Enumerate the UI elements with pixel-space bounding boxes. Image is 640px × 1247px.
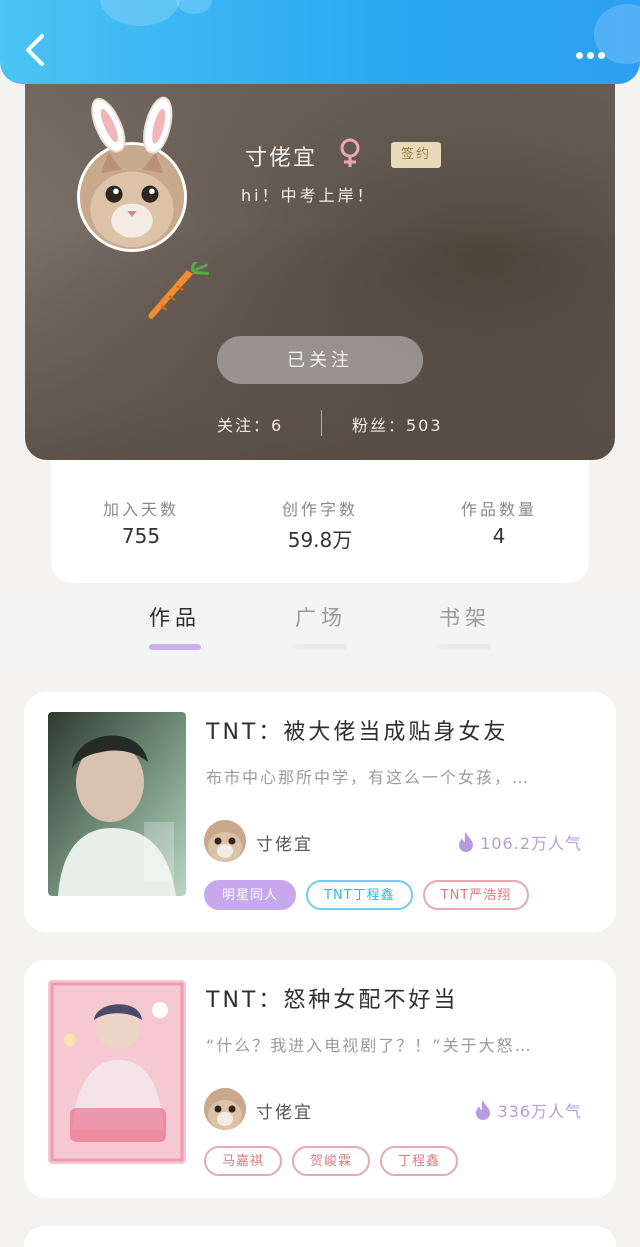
profile-name: 寸佬宜 xyxy=(245,146,318,171)
profile-bio: hi！中考上岸！ xyxy=(241,186,376,205)
follow-button[interactable]: 已关注 xyxy=(217,336,423,384)
stat-label: 加入天数 xyxy=(102,500,179,519)
cat-face-icon xyxy=(204,1088,246,1130)
decor-bubble xyxy=(100,0,180,26)
author-avatar[interactable] xyxy=(204,1088,246,1130)
more-dots-icon[interactable] xyxy=(576,44,612,59)
popularity: 336万人气 xyxy=(475,1098,582,1122)
tab-works[interactable]: 作品 xyxy=(135,602,215,650)
tag[interactable]: 丁程鑫 xyxy=(380,1146,459,1176)
book-card[interactable]: TNT：被大佬当成贴身女友 布市中心那所中学，有这么一个女孩，… 寸佬宜 106… xyxy=(24,692,616,932)
tag[interactable]: 贺峻霖 xyxy=(292,1146,371,1176)
popularity: 106.2万人气 xyxy=(458,830,582,854)
book-cover-image xyxy=(48,712,186,896)
book-cover[interactable] xyxy=(48,712,186,896)
tab-bar: 作品 广场 书架 xyxy=(0,590,640,668)
carrot-icon xyxy=(148,262,209,319)
stat-works-count: 作品数量 4 xyxy=(409,496,589,548)
stat-join-days: 加入天数 755 xyxy=(51,496,231,548)
tab-label: 书架 xyxy=(439,606,491,630)
chevron-left-icon[interactable] xyxy=(22,32,48,68)
following-count[interactable]: 关注：6 xyxy=(217,412,283,436)
stat-word-count: 创作字数 59.8万 xyxy=(230,496,410,553)
female-icon xyxy=(340,138,360,167)
book-description: 布市中心那所中学，有这么一个女孩，… xyxy=(206,768,531,787)
book-description: “什么？我进入电视剧了？！”关于大怒… xyxy=(206,1036,533,1055)
tab-bookshelf[interactable]: 书架 xyxy=(425,602,505,650)
tag[interactable]: 马嘉祺 xyxy=(204,1146,283,1176)
book-cover-image xyxy=(48,980,186,1164)
popularity-text: 106.2万人气 xyxy=(480,834,582,853)
tab-label: 广场 xyxy=(295,606,347,630)
stat-value: 59.8万 xyxy=(287,528,353,552)
top-bar xyxy=(0,0,640,84)
stat-value: 4 xyxy=(492,524,506,548)
tag[interactable]: TNT丁程鑫 xyxy=(306,880,413,910)
fire-icon xyxy=(459,832,474,852)
tab-indicator xyxy=(439,644,491,650)
stat-value: 755 xyxy=(121,524,161,548)
book-card[interactable] xyxy=(24,1226,616,1247)
divider xyxy=(321,410,322,436)
cat-face-icon xyxy=(80,145,184,249)
fans-count[interactable]: 粉丝：503 xyxy=(352,412,443,436)
tab-indicator xyxy=(149,644,201,650)
tab-square[interactable]: 广场 xyxy=(281,602,361,650)
profile-avatar[interactable] xyxy=(77,93,209,319)
book-cover[interactable] xyxy=(48,980,186,1164)
tag[interactable]: 明星同人 xyxy=(204,880,297,910)
fire-icon xyxy=(476,1100,491,1120)
signed-badge: 签约 xyxy=(391,142,441,168)
book-title[interactable]: TNT：怒种女配不好当 xyxy=(206,982,458,1014)
author-name[interactable]: 寸佬宜 xyxy=(256,830,313,855)
author-avatar[interactable] xyxy=(204,820,246,862)
decor-bubble xyxy=(176,0,212,14)
author-name[interactable]: 寸佬宜 xyxy=(256,1098,313,1123)
tag[interactable]: TNT严浩翔 xyxy=(422,880,530,910)
tab-label: 作品 xyxy=(149,606,201,630)
tab-indicator xyxy=(295,644,347,650)
profile-banner: 寸佬宜 签约 hi！中考上岸！ 已关注 关注：6 粉丝：503 xyxy=(25,70,615,460)
book-card[interactable]: TNT：怒种女配不好当 “什么？我进入电视剧了？！”关于大怒… 寸佬宜 336万… xyxy=(24,960,616,1198)
tag-list: 马嘉祺 贺峻霖 丁程鑫 xyxy=(204,1146,468,1178)
follow-stats: 关注：6 粉丝：503 xyxy=(25,410,615,438)
avatar xyxy=(77,142,187,252)
cat-face-icon xyxy=(204,820,246,862)
tag-list: 明星同人 TNT丁程鑫 TNT严浩翔 xyxy=(204,880,539,912)
stats-card: 加入天数 755 创作字数 59.8万 作品数量 4 xyxy=(51,440,589,583)
stat-label: 作品数量 xyxy=(460,500,537,519)
book-title[interactable]: TNT：被大佬当成贴身女友 xyxy=(206,714,508,746)
stat-label: 创作字数 xyxy=(281,500,358,519)
popularity-text: 336万人气 xyxy=(497,1102,582,1121)
